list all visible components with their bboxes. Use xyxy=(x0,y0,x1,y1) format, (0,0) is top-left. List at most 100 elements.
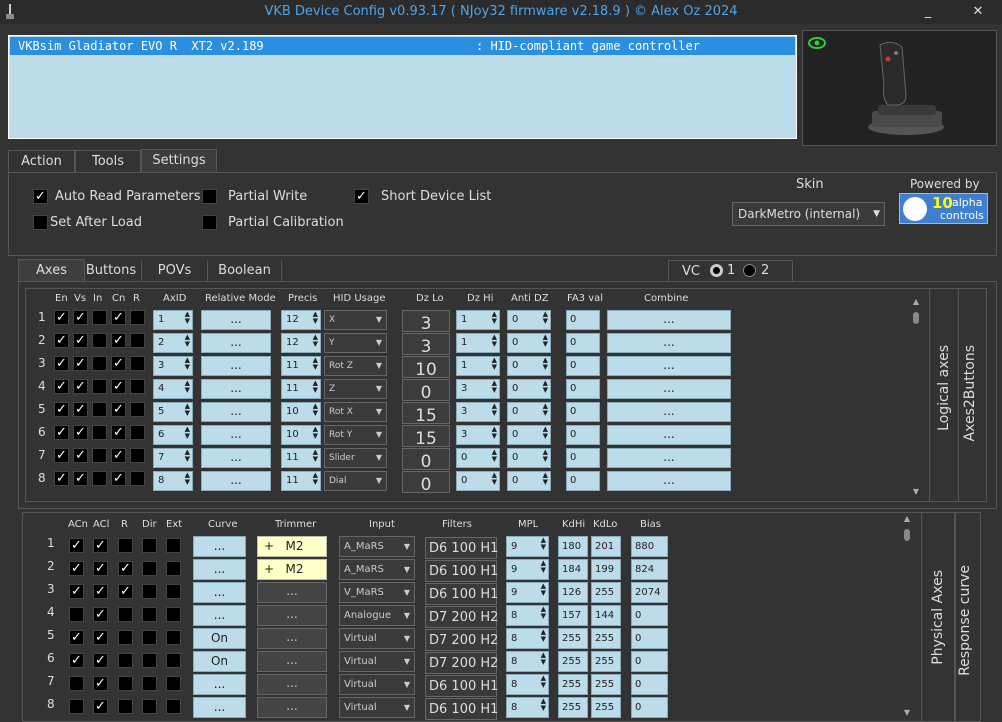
axid-spinner[interactable]: 7 ▲ ▼ xyxy=(153,448,193,468)
hid-usage-select[interactable]: Rot X ▼ xyxy=(324,402,387,422)
trimmer-button[interactable]: ... xyxy=(257,697,327,718)
physical-dir-checkbox[interactable] xyxy=(142,607,157,622)
logical-in-checkbox[interactable] xyxy=(92,356,107,371)
logical-en-checkbox[interactable]: ✓ xyxy=(54,402,69,417)
logical-en-checkbox[interactable]: ✓ xyxy=(54,379,69,394)
logical-vs-checkbox[interactable]: ✓ xyxy=(73,379,88,394)
curve-button[interactable]: ... xyxy=(193,697,246,718)
combine-button[interactable]: ... xyxy=(607,425,731,445)
trimmer-button[interactable]: ... xyxy=(257,628,327,649)
kdhi-value[interactable]: 180 xyxy=(558,536,588,557)
physical-ext-checkbox[interactable] xyxy=(166,630,181,645)
relative-mode-button[interactable]: ... xyxy=(201,310,271,330)
axid-spinner[interactable]: 2 ▲ ▼ xyxy=(153,333,193,353)
mpl-spinner[interactable]: 9 ▲ ▼ xyxy=(506,559,549,580)
kdlo-value[interactable]: 255 xyxy=(591,628,621,649)
logical-in-checkbox[interactable] xyxy=(92,402,107,417)
physical-scroll-down-icon[interactable]: ▼ xyxy=(903,708,911,717)
curve-button[interactable]: ... xyxy=(193,559,246,580)
fa3-value[interactable]: 0 xyxy=(566,333,600,353)
mpl-spinner[interactable]: 8 ▲ ▼ xyxy=(506,697,549,718)
tab-tools[interactable]: Tools xyxy=(75,150,141,173)
relative-mode-button[interactable]: ... xyxy=(201,402,271,422)
device-list[interactable]: VKBsim Gladiator EVO R XT2 v2.189: HID-c… xyxy=(8,35,797,139)
anti-dz-spinner[interactable]: 0 ▲ ▼ xyxy=(507,425,551,445)
combine-button[interactable]: ... xyxy=(607,448,731,468)
hid-usage-select[interactable]: Y ▼ xyxy=(324,333,387,353)
bias-value[interactable]: 0 xyxy=(631,697,668,718)
logical-r-checkbox[interactable] xyxy=(130,356,145,371)
logical-r-checkbox[interactable] xyxy=(130,425,145,440)
physical-dir-checkbox[interactable] xyxy=(142,630,157,645)
physical-acn-checkbox[interactable] xyxy=(69,699,84,714)
mpl-spinner[interactable]: 9 ▲ ▼ xyxy=(506,582,549,603)
kdhi-value[interactable]: 255 xyxy=(558,674,588,695)
skin-select[interactable]: DarkMetro (internal) ▼ xyxy=(732,202,885,226)
anti-dz-spinner[interactable]: 0 ▲ ▼ xyxy=(507,379,551,399)
relative-mode-button[interactable]: ... xyxy=(201,356,271,376)
physical-dir-checkbox[interactable] xyxy=(142,676,157,691)
logical-in-checkbox[interactable] xyxy=(92,379,107,394)
tab-buttons[interactable]: Buttons xyxy=(85,260,137,283)
logical-cn-checkbox[interactable]: ✓ xyxy=(111,356,126,371)
kdhi-value[interactable]: 184 xyxy=(558,559,588,580)
partial-write-checkbox[interactable] xyxy=(202,189,217,204)
trimmer-value[interactable]: + M2 xyxy=(257,536,327,557)
axid-spinner[interactable]: 8 ▲ ▼ xyxy=(153,471,193,491)
logical-cn-checkbox[interactable]: ✓ xyxy=(111,471,126,486)
logical-en-checkbox[interactable]: ✓ xyxy=(54,356,69,371)
precis-spinner[interactable]: 11 ▲ ▼ xyxy=(281,448,321,468)
logical-r-checkbox[interactable] xyxy=(130,448,145,463)
axid-spinner[interactable]: 3 ▲ ▼ xyxy=(153,356,193,376)
logical-vs-checkbox[interactable]: ✓ xyxy=(73,356,88,371)
mpl-spinner[interactable]: 8 ▲ ▼ xyxy=(506,674,549,695)
physical-axes-tab[interactable]: Physical Axes xyxy=(930,570,946,665)
logical-vs-checkbox[interactable]: ✓ xyxy=(73,310,88,325)
device-list-item[interactable]: VKBsim Gladiator EVO R XT2 v2.189: HID-c… xyxy=(10,37,795,55)
kdhi-value[interactable]: 157 xyxy=(558,605,588,626)
kdhi-value[interactable]: 126 xyxy=(558,582,588,603)
trimmer-button[interactable]: ... xyxy=(257,605,327,626)
logical-in-checkbox[interactable] xyxy=(92,448,107,463)
physical-scroll-up-icon[interactable]: ▲ xyxy=(903,514,911,523)
trimmer-button[interactable]: ... xyxy=(257,674,327,695)
physical-acn-checkbox[interactable]: ✓ xyxy=(69,584,84,599)
bias-value[interactable]: 824 xyxy=(631,559,668,580)
anti-dz-spinner[interactable]: 0 ▲ ▼ xyxy=(507,310,551,330)
curve-button[interactable]: ... xyxy=(193,536,246,557)
fa3-value[interactable]: 0 xyxy=(566,425,600,445)
physical-scrollbar-thumb[interactable] xyxy=(904,529,910,541)
physical-acl-checkbox[interactable]: ✓ xyxy=(93,561,108,576)
curve-button[interactable]: On xyxy=(193,628,246,649)
relative-mode-button[interactable]: ... xyxy=(201,379,271,399)
precis-spinner[interactable]: 10 ▲ ▼ xyxy=(281,402,321,422)
input-select[interactable]: A_MaRS ▼ xyxy=(339,559,415,580)
logical-r-checkbox[interactable] xyxy=(130,402,145,417)
physical-ext-checkbox[interactable] xyxy=(166,561,181,576)
logical-en-checkbox[interactable]: ✓ xyxy=(54,425,69,440)
logical-in-checkbox[interactable] xyxy=(92,333,107,348)
bias-value[interactable]: 0 xyxy=(631,605,668,626)
kdhi-value[interactable]: 255 xyxy=(558,628,588,649)
physical-r-checkbox[interactable] xyxy=(118,676,133,691)
fa3-value[interactable]: 0 xyxy=(566,379,600,399)
anti-dz-spinner[interactable]: 0 ▲ ▼ xyxy=(507,471,551,491)
trimmer-button[interactable]: ... xyxy=(257,651,327,672)
fa3-value[interactable]: 0 xyxy=(566,310,600,330)
anti-dz-spinner[interactable]: 0 ▲ ▼ xyxy=(507,356,551,376)
auto-read-checkbox[interactable]: ✓ xyxy=(33,189,48,204)
logical-scroll-down-icon[interactable]: ▼ xyxy=(912,487,920,496)
logical-cn-checkbox[interactable]: ✓ xyxy=(111,425,126,440)
bias-value[interactable]: 880 xyxy=(631,536,668,557)
precis-spinner[interactable]: 10 ▲ ▼ xyxy=(281,425,321,445)
input-select[interactable]: Analogue ▼ xyxy=(339,605,415,626)
mpl-spinner[interactable]: 8 ▲ ▼ xyxy=(506,628,549,649)
physical-acn-checkbox[interactable]: ✓ xyxy=(69,538,84,553)
physical-dir-checkbox[interactable] xyxy=(142,653,157,668)
trimmer-value[interactable]: + M2 xyxy=(257,559,327,580)
physical-dir-checkbox[interactable] xyxy=(142,561,157,576)
physical-ext-checkbox[interactable] xyxy=(166,607,181,622)
combine-button[interactable]: ... xyxy=(607,471,731,491)
physical-r-checkbox[interactable] xyxy=(118,653,133,668)
kdlo-value[interactable]: 255 xyxy=(591,674,621,695)
